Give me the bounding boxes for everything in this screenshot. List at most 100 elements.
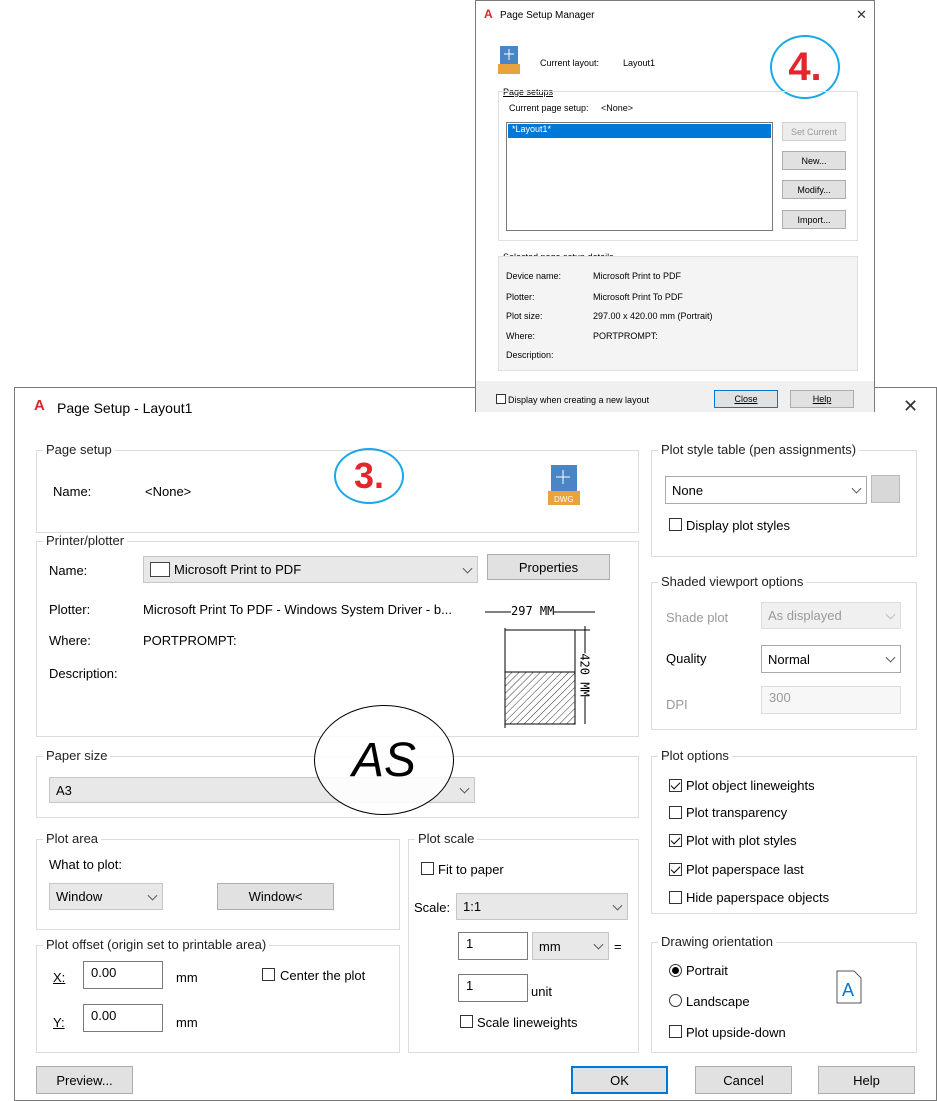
- list-item[interactable]: *Layout1*: [508, 124, 771, 138]
- chevron-down-icon: [147, 890, 158, 901]
- dialog-close-icon[interactable]: ✕: [903, 396, 918, 417]
- detail-key: Where:: [506, 331, 536, 341]
- psm-close-button[interactable]: Close: [714, 390, 778, 408]
- x-label: X:: [53, 970, 66, 985]
- page-setup-manager-dialog: A Page Setup Manager ✕ Current layout: L…: [475, 0, 875, 412]
- import-button[interactable]: Import...: [782, 210, 846, 229]
- portrait-orientation-icon: A: [836, 970, 862, 1004]
- center-plot-label: Center the plot: [280, 968, 366, 983]
- chevron-down-icon: [885, 609, 896, 620]
- plot-paperspace-last-checkbox[interactable]: [669, 863, 682, 876]
- printer-icon: [150, 562, 170, 577]
- scale-unit-value: mm: [539, 938, 561, 954]
- dpi-label: DPI: [666, 697, 688, 712]
- ok-button[interactable]: OK: [571, 1066, 668, 1094]
- x-unit: mm: [176, 970, 198, 985]
- detail-value: 297.00 x 420.00 mm (Portrait): [593, 311, 713, 321]
- y-unit: mm: [176, 1015, 198, 1030]
- quality-dropdown[interactable]: Normal: [761, 645, 901, 673]
- psm-close-icon[interactable]: ✕: [856, 7, 867, 23]
- plot-with-styles-checkbox[interactable]: [669, 834, 682, 847]
- psm-help-button[interactable]: Help: [790, 390, 854, 408]
- fit-to-paper-checkbox[interactable]: [421, 862, 434, 875]
- display-new-layout-checkbox[interactable]: [496, 394, 506, 404]
- y-offset-input[interactable]: 0.00: [83, 1004, 163, 1032]
- group-label: Plot area: [43, 831, 102, 846]
- plot-transparency-checkbox[interactable]: [669, 806, 682, 819]
- fit-to-paper-label: Fit to paper: [438, 862, 504, 877]
- svg-text:DWG: DWG: [554, 495, 574, 504]
- shade-plot-dropdown[interactable]: As displayed: [761, 602, 901, 629]
- scale-unit-input[interactable]: 1: [458, 974, 528, 1002]
- where-label: Where:: [49, 633, 91, 648]
- detail-key: Plotter:: [506, 292, 535, 302]
- page-setups-list[interactable]: *Layout1*: [506, 122, 773, 231]
- printer-name-value: Microsoft Print to PDF: [174, 562, 302, 577]
- portrait-radio[interactable]: [669, 964, 682, 977]
- page-setup-dialog: A Page Setup - Layout1 ✕ Page setup Name…: [14, 387, 937, 1101]
- window-pick-button[interactable]: Window<: [217, 883, 334, 910]
- dialog-title: Page Setup - Layout1: [57, 400, 193, 416]
- detail-value: PORTPROMPT:: [593, 331, 658, 341]
- name-value: <None>: [145, 484, 192, 499]
- svg-text:A: A: [842, 980, 854, 1000]
- chevron-down-icon: [612, 900, 623, 911]
- group-label: Plot options: [658, 748, 732, 763]
- scale-dropdown[interactable]: 1:1: [456, 893, 628, 920]
- y-label: Y:: [53, 1015, 65, 1030]
- cancel-button[interactable]: Cancel: [695, 1066, 792, 1094]
- scale-unit-dropdown[interactable]: mm: [532, 932, 609, 960]
- plot-lineweights-checkbox[interactable]: [669, 779, 682, 792]
- group-label: Printer/plotter: [43, 533, 128, 548]
- option-label: Plot with plot styles: [686, 833, 797, 848]
- plot-style-dropdown[interactable]: None: [665, 476, 867, 504]
- preview-button[interactable]: Preview...: [36, 1066, 133, 1094]
- detail-value: Microsoft Print To PDF: [593, 292, 683, 302]
- shade-plot-label: Shade plot: [666, 610, 729, 625]
- scale-mm-input[interactable]: 1: [458, 932, 528, 960]
- detail-key: Description:: [506, 350, 554, 360]
- set-current-button[interactable]: Set Current: [782, 122, 846, 141]
- option-label: Plot object lineweights: [686, 778, 815, 793]
- detail-key: Plot size:: [506, 311, 543, 321]
- scale-lineweights-checkbox[interactable]: [460, 1015, 473, 1028]
- option-label: Plot transparency: [686, 805, 788, 820]
- new-button[interactable]: New...: [782, 151, 846, 170]
- dwg-file-icon: [498, 46, 520, 74]
- plot-style-value: None: [672, 482, 704, 498]
- detail-key: Device name:: [506, 271, 562, 281]
- printer-name-dropdown[interactable]: Microsoft Print to PDF: [143, 556, 478, 583]
- center-plot-checkbox[interactable]: [262, 968, 275, 981]
- printer-name-label: Name:: [49, 563, 88, 578]
- group-label: Drawing orientation: [658, 934, 777, 949]
- dwg-file-icon: DWG: [548, 465, 580, 505]
- properties-button[interactable]: Properties: [487, 554, 610, 580]
- group-label: Page setup: [43, 442, 115, 457]
- what-to-plot-dropdown[interactable]: Window: [49, 883, 163, 910]
- psm-title: Page Setup Manager: [500, 10, 595, 21]
- hide-paperspace-checkbox[interactable]: [669, 891, 682, 904]
- step-badge-3: 3.: [334, 448, 404, 504]
- landscape-radio[interactable]: [669, 994, 682, 1007]
- what-to-plot-label: What to plot:: [49, 857, 122, 872]
- plotter-value: Microsoft Print To PDF - Windows System …: [143, 602, 452, 617]
- help-button[interactable]: Help: [818, 1066, 915, 1094]
- group-label: Paper size: [43, 748, 111, 763]
- plotter-label: Plotter:: [49, 602, 91, 617]
- display-plot-styles-checkbox[interactable]: [669, 518, 682, 531]
- group-label: Plot style table (pen assignments): [658, 442, 860, 457]
- x-offset-input[interactable]: 0.00: [83, 961, 163, 989]
- group-label: Plot scale: [415, 831, 478, 846]
- dpi-input[interactable]: 300: [761, 686, 901, 714]
- shade-plot-value: As displayed: [768, 608, 842, 623]
- plot-upside-down-checkbox[interactable]: [669, 1025, 682, 1038]
- edit-plot-style-icon[interactable]: [871, 475, 900, 503]
- option-label: Plot paperspace last: [686, 862, 804, 877]
- where-value: PORTPROMPT:: [143, 633, 237, 648]
- landscape-label: Landscape: [686, 994, 750, 1009]
- detail-value: Microsoft Print to PDF: [593, 271, 682, 281]
- plot-upside-down-label: Plot upside-down: [686, 1025, 786, 1040]
- modify-button[interactable]: Modify...: [782, 180, 846, 199]
- display-plot-styles-label: Display plot styles: [686, 518, 791, 533]
- chevron-down-icon: [851, 483, 862, 494]
